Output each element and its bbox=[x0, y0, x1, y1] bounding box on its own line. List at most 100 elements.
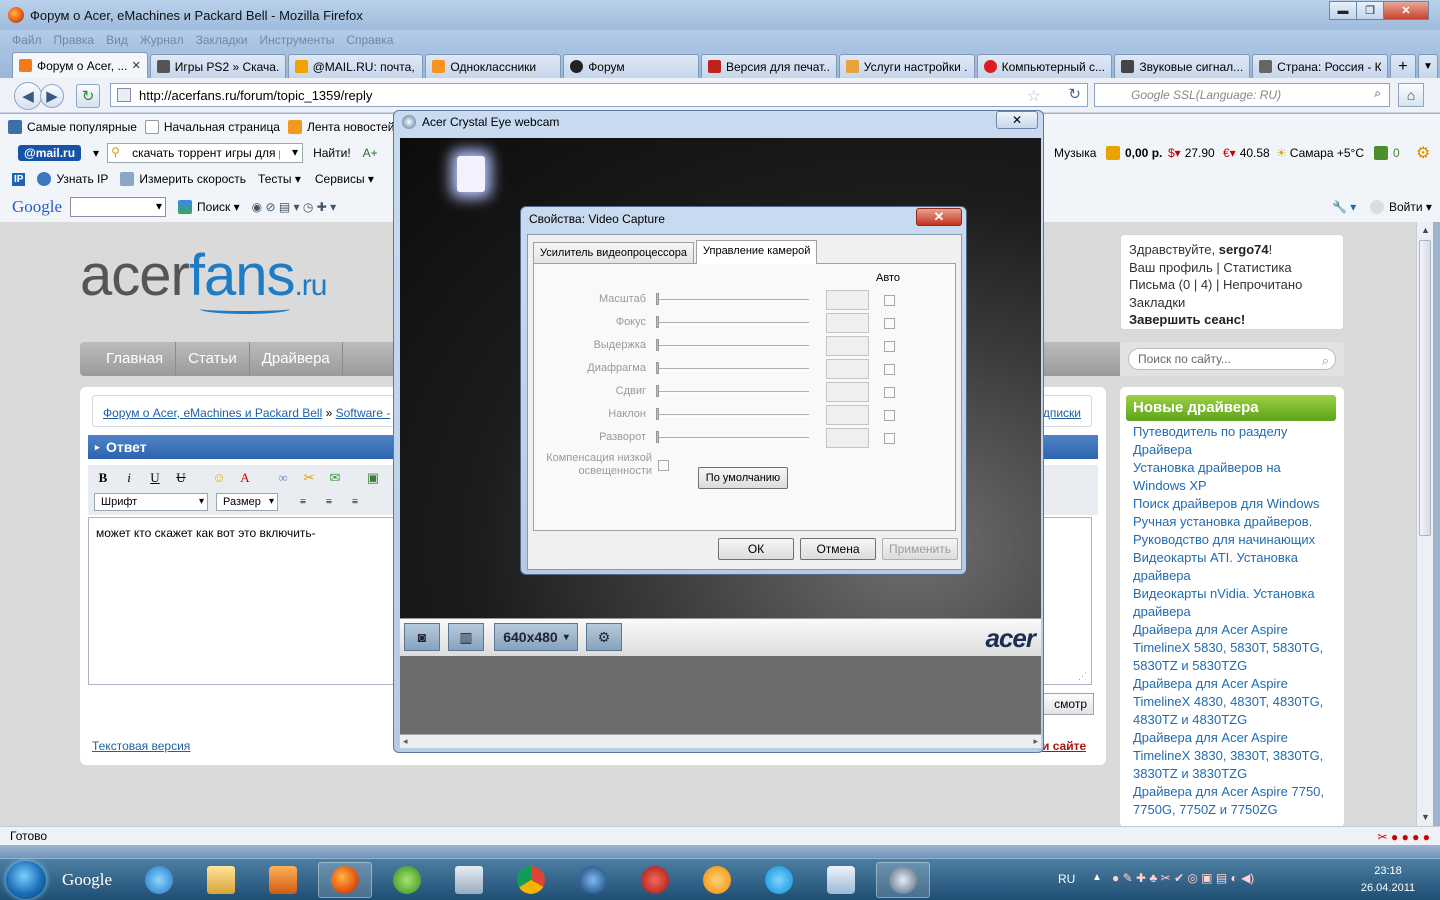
nav-articles[interactable]: Статьи bbox=[176, 342, 250, 376]
settings-gear-icon[interactable]: ⚙ bbox=[1416, 143, 1430, 163]
driver-link[interactable]: Ручная установка драйверов. bbox=[1133, 513, 1333, 531]
scroll-down-icon[interactable]: ▼ bbox=[1421, 812, 1430, 822]
bold-icon[interactable]: B bbox=[94, 469, 112, 487]
speed-test-button[interactable]: Измерить скорость bbox=[139, 172, 246, 186]
exposure-auto-checkbox[interactable] bbox=[884, 341, 895, 352]
balance-value[interactable]: 0,00 р. bbox=[1125, 146, 1162, 160]
usd-rate[interactable]: 27.90 bbox=[1185, 146, 1215, 160]
search-icon[interactable]: ⌕ bbox=[1374, 86, 1381, 101]
google-search-button[interactable]: Поиск bbox=[197, 200, 230, 214]
font-select[interactable]: Шрифт bbox=[94, 493, 208, 511]
music-link[interactable]: Музыка bbox=[1054, 146, 1096, 160]
tab-computer[interactable]: Компьютерный с... bbox=[976, 54, 1113, 78]
settings-gear-icon[interactable]: ⚙ bbox=[586, 623, 622, 651]
tab-close-icon[interactable]: ✕ bbox=[132, 59, 141, 72]
profile-link[interactable]: Ваш профиль bbox=[1129, 260, 1213, 275]
email-icon[interactable]: ✉ bbox=[326, 469, 344, 487]
menu-file[interactable]: Файл bbox=[12, 33, 42, 47]
bookmarks-link[interactable]: Закладки bbox=[1129, 294, 1335, 312]
tab-odnoklassniki[interactable]: Одноклассники bbox=[425, 54, 562, 78]
size-select[interactable]: Размер bbox=[216, 493, 278, 511]
driver-link[interactable]: Путеводитель по разделу Драйвера bbox=[1133, 423, 1333, 459]
exposure-value-field[interactable] bbox=[826, 336, 869, 356]
driver-link[interactable]: Установка драйверов на Windows XP bbox=[1133, 459, 1333, 495]
wrench-icon[interactable]: 🔧 ▾ bbox=[1332, 200, 1356, 214]
breadcrumb-forum-link[interactable]: Форум о Acer, eMachines и Packard Bell bbox=[103, 406, 322, 420]
back-button[interactable]: ◀ bbox=[14, 82, 42, 110]
zoom-slider[interactable] bbox=[656, 293, 659, 305]
tab-mailru[interactable]: @MAIL.RU: почта, ... bbox=[287, 54, 424, 78]
media-player-icon[interactable] bbox=[256, 862, 310, 898]
chevron-down-icon[interactable]: ▾ bbox=[156, 199, 162, 213]
scroll-left-icon[interactable]: ◂ bbox=[403, 736, 408, 747]
mail-agent-icon[interactable] bbox=[690, 862, 744, 898]
skype-icon[interactable] bbox=[752, 862, 806, 898]
cancel-button[interactable]: Отмена bbox=[800, 538, 876, 560]
google-login-button[interactable]: Войти bbox=[1389, 200, 1423, 214]
ip-lookup-button[interactable]: Узнать IP bbox=[56, 172, 108, 186]
chevron-down-icon[interactable]: ▾ bbox=[564, 632, 569, 643]
driver-link[interactable]: Драйвера для Acer Aspire TimelineX 4830,… bbox=[1133, 675, 1333, 729]
iris-slider[interactable] bbox=[656, 362, 659, 374]
text-version-link[interactable]: Текстовая версия bbox=[92, 739, 190, 753]
utorrent-icon[interactable] bbox=[380, 862, 434, 898]
dialog-close-button[interactable]: ✕ bbox=[916, 208, 962, 226]
menu-tools[interactable]: Инструменты bbox=[260, 33, 335, 47]
resize-grip-icon[interactable]: ⋰ bbox=[1078, 671, 1087, 682]
reload-icon[interactable]: ↻ bbox=[1068, 85, 1081, 103]
forward-button[interactable]: ▶ bbox=[40, 84, 64, 108]
site-footer-link[interactable]: и сайте bbox=[1042, 739, 1086, 753]
driver-link[interactable]: Руководство для начинающих bbox=[1133, 531, 1333, 549]
clock-time[interactable]: 23:18 bbox=[1360, 865, 1416, 877]
stats-link[interactable]: Статистика bbox=[1223, 260, 1291, 275]
driver-link[interactable]: Видеокарты nVidia. Установка драйвера bbox=[1133, 585, 1333, 621]
traffic-counter[interactable]: 0 bbox=[1393, 146, 1400, 160]
iris-value-field[interactable] bbox=[826, 359, 869, 379]
mailru-search-input[interactable]: ⚲ скачать торрент игры для p ▾ bbox=[107, 143, 304, 163]
paint-icon[interactable] bbox=[814, 862, 868, 898]
driver-link[interactable]: Видеокарты ATI. Установка драйвера bbox=[1133, 549, 1333, 585]
mailru-menu-arrow-icon[interactable]: ▾ bbox=[93, 146, 99, 160]
search-icon[interactable]: ⌕ bbox=[1322, 351, 1329, 371]
align-center-icon[interactable]: ≡ bbox=[320, 493, 338, 511]
tab-forum[interactable]: Форум bbox=[563, 54, 699, 78]
exposure-slider[interactable] bbox=[656, 339, 659, 351]
page-scrollbar[interactable]: ▲ ▼ bbox=[1416, 222, 1433, 826]
roll-auto-checkbox[interactable] bbox=[884, 433, 895, 444]
clock-date[interactable]: 26.04.2011 bbox=[1354, 882, 1422, 894]
chrome-icon[interactable] bbox=[504, 862, 558, 898]
link-icon[interactable]: ∞ bbox=[274, 469, 292, 487]
roll-slider[interactable] bbox=[656, 431, 659, 443]
nav-home[interactable]: Главная bbox=[80, 342, 177, 376]
calculator-icon[interactable] bbox=[442, 862, 496, 898]
google-toolbar-search-input[interactable]: ▾ bbox=[70, 197, 167, 217]
firefox-taskbar-icon[interactable] bbox=[318, 862, 372, 898]
bookmark-popular[interactable]: Самые популярные bbox=[8, 120, 137, 134]
language-indicator[interactable]: RU bbox=[1058, 872, 1075, 886]
menu-view[interactable]: Вид bbox=[106, 33, 128, 47]
eur-rate[interactable]: 40.58 bbox=[1240, 146, 1270, 160]
tab-video-proc-amp[interactable]: Усилитель видеопроцессора bbox=[533, 242, 694, 264]
logout-link[interactable]: Завершить сеанс! bbox=[1129, 312, 1245, 327]
services-menu[interactable]: Сервисы bbox=[315, 172, 365, 186]
zoom-value-field[interactable] bbox=[826, 290, 869, 310]
strikethrough-icon[interactable]: U bbox=[172, 469, 190, 487]
scrollbar-thumb[interactable] bbox=[1419, 240, 1431, 536]
menu-help[interactable]: Справка bbox=[346, 33, 393, 47]
focus-slider[interactable] bbox=[656, 316, 659, 328]
image-icon[interactable]: ▣ bbox=[364, 469, 382, 487]
tilt-slider[interactable] bbox=[656, 408, 659, 420]
unread-link[interactable]: Непрочитано bbox=[1223, 277, 1302, 292]
scroll-right-icon[interactable]: ▸ bbox=[1033, 736, 1038, 747]
unlink-icon[interactable]: ✂ bbox=[300, 469, 318, 487]
scroll-up-icon[interactable]: ▲ bbox=[1421, 225, 1430, 235]
ok-button[interactable]: ОК bbox=[718, 538, 794, 560]
resolution-select[interactable]: 640x480 ▾ bbox=[494, 623, 578, 651]
site-search-input[interactable]: Поиск по сайту... ⌕ bbox=[1128, 348, 1336, 370]
default-button[interactable]: По умолчанию bbox=[698, 467, 788, 489]
tab-services[interactable]: Услуги настройки ... bbox=[838, 54, 975, 78]
font-size-icon[interactable]: A+ bbox=[363, 146, 378, 160]
roll-value-field[interactable] bbox=[826, 428, 869, 448]
italic-icon[interactable]: i bbox=[120, 469, 138, 487]
tray-icons[interactable]: ● ✎ ✚ ♣ ✂ ✔ ◎ ▣ ▤ ◐ ◀) bbox=[1112, 871, 1254, 885]
